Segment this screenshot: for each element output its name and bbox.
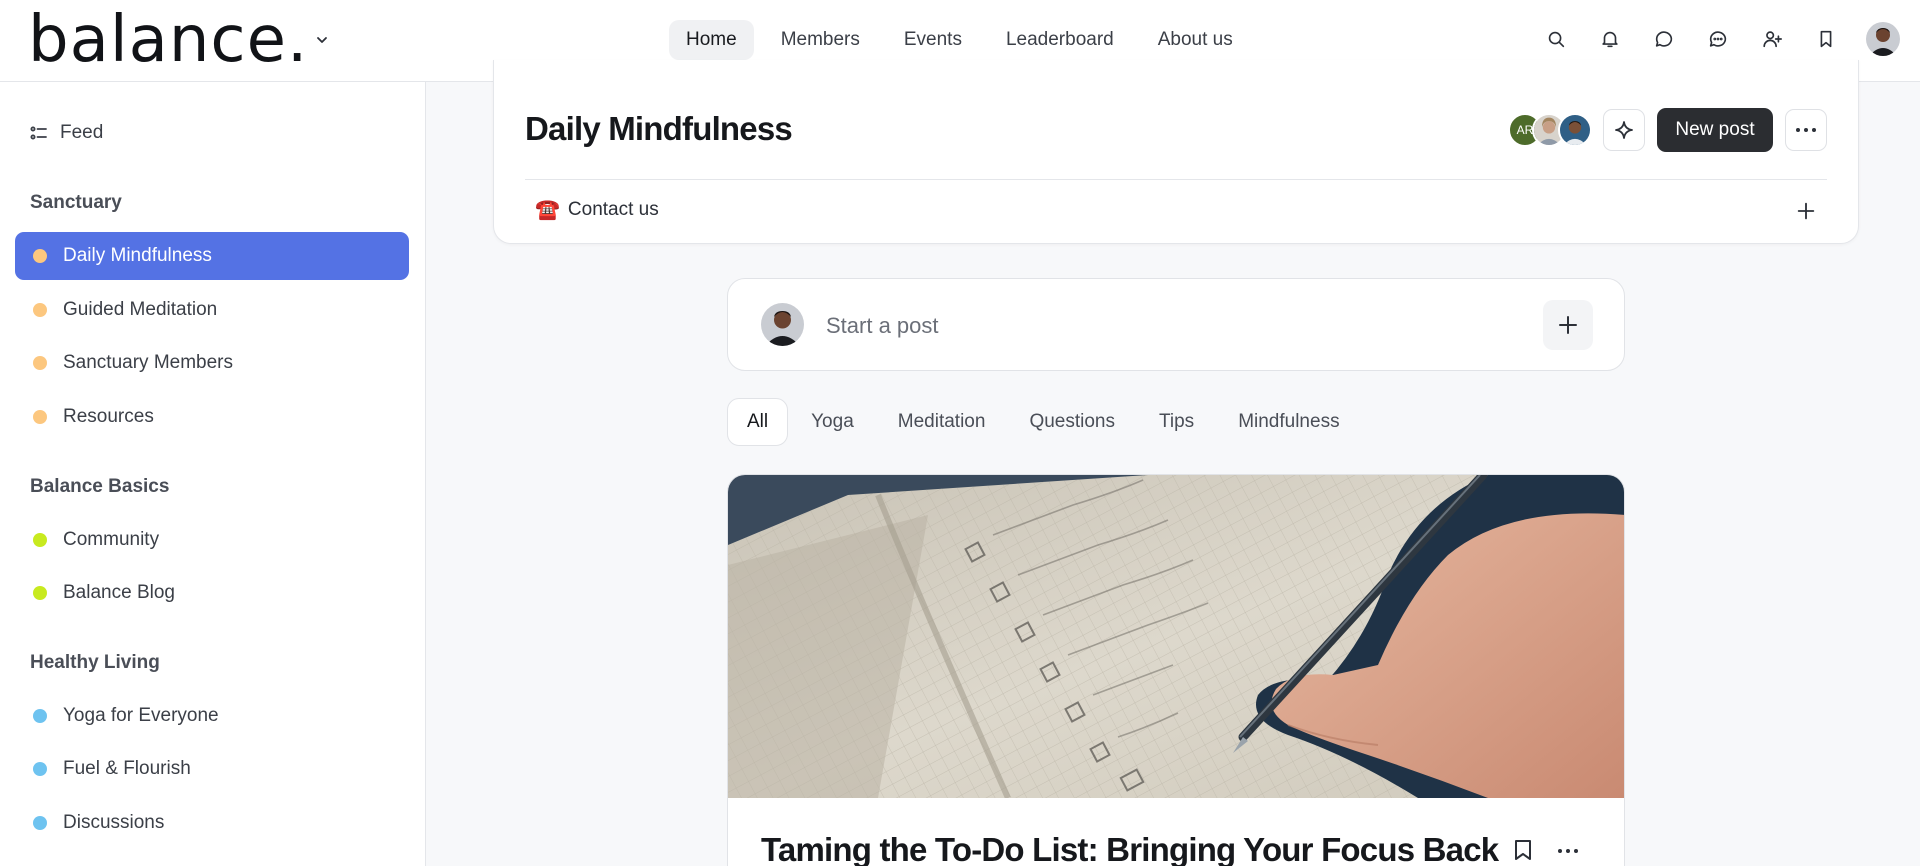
sidebar-item-label: Balance Blog	[63, 582, 175, 603]
logo[interactable]: balance.	[28, 4, 308, 76]
post-cover-image[interactable]	[728, 475, 1625, 798]
sidebar-item-label: Daily Mindfulness	[63, 245, 212, 266]
sidebar-item-feed[interactable]: Feed	[30, 122, 103, 144]
add-post-button[interactable]	[1543, 300, 1593, 350]
section-title-balance-basics[interactable]: Balance Basics	[30, 476, 169, 498]
sidebar-item-label: Fuel & Flourish	[63, 758, 191, 779]
new-post-button[interactable]: New post	[1657, 108, 1773, 152]
post-composer[interactable]: Start a post	[727, 278, 1625, 371]
plus-icon	[1797, 202, 1815, 220]
space-dot	[33, 762, 47, 776]
add-link-button[interactable]	[1795, 200, 1819, 224]
bookmark-button[interactable]	[1513, 839, 1537, 863]
sidebar-item-label: Discussions	[63, 812, 165, 833]
sidebar-item-discussions[interactable]: Discussions	[15, 799, 409, 847]
main-nav: Home Members Events Leaderboard About us	[669, 20, 1250, 60]
sidebar-item-label: Guided Meditation	[63, 299, 218, 320]
bookmark-icon	[1515, 840, 1531, 860]
sidebar-item-label: Community	[63, 529, 160, 550]
nav-leaderboard[interactable]: Leaderboard	[989, 20, 1131, 60]
sidebar-item-daily-mindfulness[interactable]: Daily Mindfulness	[15, 232, 409, 280]
sparkle-icon	[1615, 121, 1633, 139]
sidebar-item-fuel-and-flourish[interactable]: Fuel & Flourish	[15, 745, 409, 793]
chat-bubble-icon[interactable]	[1650, 25, 1678, 53]
member-avatars[interactable]: AR	[1508, 113, 1592, 147]
user-avatar[interactable]	[1866, 22, 1900, 56]
tab-meditation[interactable]: Meditation	[877, 398, 1007, 446]
tab-all[interactable]: All	[727, 398, 789, 446]
space-dot	[33, 249, 47, 263]
space-dot	[33, 709, 47, 723]
page-title: Daily Mindfulness	[525, 110, 793, 147]
avatar	[761, 303, 804, 346]
avatar	[1558, 113, 1592, 147]
telephone-icon: ☎️	[535, 199, 560, 221]
sidebar-item-guided-meditation[interactable]: Guided Meditation	[15, 286, 409, 334]
add-user-icon[interactable]	[1758, 25, 1786, 53]
search-icon[interactable]	[1542, 25, 1570, 53]
header-actions	[1542, 22, 1900, 56]
nav-home[interactable]: Home	[669, 20, 754, 60]
plus-icon	[1559, 316, 1577, 334]
bookmark-icon[interactable]	[1812, 25, 1840, 53]
post-ellipsis-icon[interactable]	[1558, 849, 1578, 853]
sidebar: Feed Sanctuary Daily Mindfulness Guided …	[0, 82, 426, 866]
ellipsis-icon	[1796, 128, 1816, 132]
space-dot	[33, 410, 47, 424]
post-title[interactable]: Taming the To-Do List: Bringing Your Foc…	[761, 831, 1499, 866]
sidebar-item-sanctuary-members[interactable]: Sanctuary Members	[15, 339, 409, 387]
space-dot	[33, 533, 47, 547]
topic-tabs: All Yoga Meditation Questions Tips Mindf…	[727, 398, 1361, 446]
space-header: Daily Mindfulness AR New post ☎️ Contact…	[493, 60, 1859, 244]
start-post-input[interactable]: Start a post	[826, 313, 939, 339]
space-dot	[33, 586, 47, 600]
tab-mindfulness[interactable]: Mindfulness	[1217, 398, 1360, 446]
sidebar-item-label: Resources	[63, 406, 154, 427]
space-dot	[33, 303, 47, 317]
sidebar-item-yoga-for-everyone[interactable]: Yoga for Everyone	[15, 692, 409, 740]
ai-sparkle-button[interactable]	[1603, 109, 1645, 151]
contact-us-link[interactable]: ☎️ Contact us	[535, 199, 659, 221]
divider	[525, 179, 1827, 180]
sidebar-item-resources[interactable]: Resources	[15, 393, 409, 441]
contact-us-label: Contact us	[567, 199, 659, 220]
more-options-button[interactable]	[1785, 109, 1827, 151]
sidebar-item-balance-blog[interactable]: Balance Blog	[15, 569, 409, 617]
tab-questions[interactable]: Questions	[1008, 398, 1136, 446]
space-dot	[33, 356, 47, 370]
bell-icon[interactable]	[1596, 25, 1624, 53]
nav-about-us[interactable]: About us	[1141, 20, 1250, 60]
sidebar-item-label: Sanctuary Members	[63, 352, 234, 373]
tab-tips[interactable]: Tips	[1138, 398, 1215, 446]
messages-icon[interactable]	[1704, 25, 1732, 53]
tab-yoga[interactable]: Yoga	[790, 398, 875, 446]
list-icon	[30, 126, 47, 140]
section-title-sanctuary[interactable]: Sanctuary	[30, 192, 122, 214]
nav-members[interactable]: Members	[764, 20, 877, 60]
nav-events[interactable]: Events	[887, 20, 979, 60]
sidebar-item-label: Feed	[60, 122, 104, 143]
chevron-down-icon[interactable]	[312, 30, 332, 50]
section-title-healthy-living[interactable]: Healthy Living	[30, 652, 160, 674]
post-card[interactable]: Taming the To-Do List: Bringing Your Foc…	[727, 474, 1625, 866]
sidebar-item-label: Yoga for Everyone	[63, 705, 219, 726]
space-dot	[33, 816, 47, 830]
sidebar-item-community[interactable]: Community	[15, 516, 409, 564]
